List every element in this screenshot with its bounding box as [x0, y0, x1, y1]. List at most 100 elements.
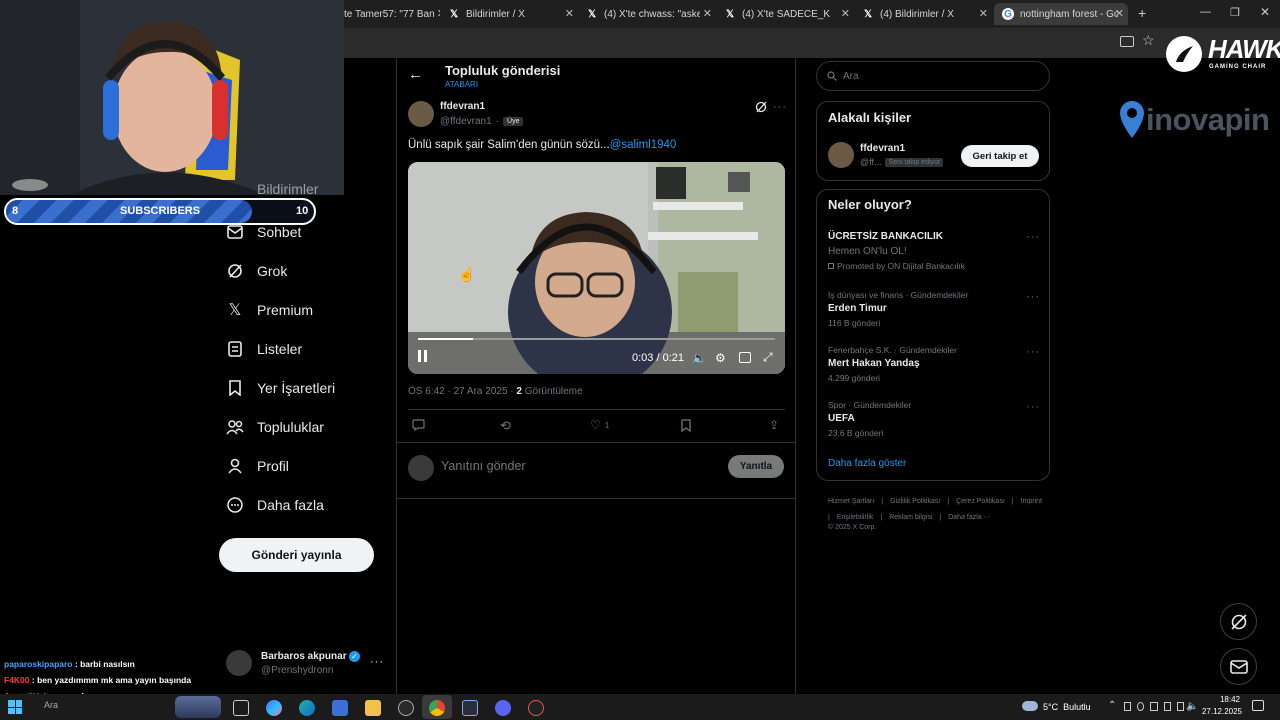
reply-input[interactable]: Yanıtını gönder [441, 459, 526, 473]
search-input[interactable]: Ara [816, 61, 1050, 91]
trends-title: Neler oluyor? [828, 197, 912, 212]
back-arrow-icon[interactable]: ← [408, 66, 423, 83]
avatar[interactable] [828, 142, 854, 168]
footer-link[interactable]: Daha fazla ··· [948, 511, 990, 524]
file-explorer-icon[interactable] [365, 700, 381, 716]
nav-item-premium[interactable]: 𝕏 Premium [226, 295, 313, 325]
nav-item-grok[interactable]: Grok [226, 256, 287, 286]
close-tab-icon[interactable]: ✕ [703, 7, 712, 20]
browser-tab-active[interactable]: G nottingham forest - Goog ✕ [994, 3, 1128, 25]
system-tray-icons[interactable] [1124, 702, 1185, 713]
close-tab-icon[interactable]: ✕ [841, 7, 850, 20]
trend-more-icon[interactable]: ··· [1026, 231, 1040, 243]
search-highlight-image [175, 696, 221, 718]
suggested-user-name[interactable]: ffdevran1 [860, 143, 905, 154]
app-icon[interactable] [528, 700, 544, 716]
reply-button[interactable]: Yanıtla [728, 455, 784, 478]
account-handle: @Prenshydronn [261, 665, 334, 676]
share-icon[interactable]: ⇪ [769, 418, 779, 432]
post-button[interactable]: Gönderi yayınla [219, 538, 374, 572]
tray-chevron-icon[interactable]: ⌃ [1108, 700, 1116, 711]
promoted-icon [828, 263, 834, 269]
author-avatar[interactable] [408, 101, 434, 127]
show-more-link[interactable]: Daha fazla göster [828, 458, 906, 469]
post-more-icon[interactable]: ··· [773, 101, 787, 113]
close-tab-icon[interactable]: ✕ [437, 7, 440, 20]
grok-icon [226, 262, 244, 280]
chrome-icon[interactable] [429, 700, 445, 716]
browser-tab[interactable]: te Tamer57: "77 Ban ✕ [344, 3, 440, 25]
footer-link[interactable]: Gizlilik Politikası [890, 495, 940, 508]
clock-date[interactable]: 27.12.2025 [1198, 707, 1242, 716]
restore-icon[interactable]: ❐ [1230, 6, 1240, 19]
clock-time[interactable]: 18:42 [1204, 695, 1240, 704]
account-more-icon[interactable]: ··· [370, 656, 384, 668]
nav-item-bookmarks[interactable]: Yer İşaretleri [226, 373, 335, 403]
trend-count: 23,6 B gönderi [828, 428, 884, 438]
volume-icon[interactable]: 🔈 [692, 351, 707, 365]
picture-in-picture-icon[interactable] [739, 352, 751, 363]
nav-item-more[interactable]: Daha fazla [226, 490, 324, 520]
xbox-icon[interactable] [398, 700, 414, 716]
obs-icon[interactable] [462, 700, 478, 716]
fullscreen-icon[interactable]: ⤢ [763, 350, 773, 365]
author-name[interactable]: ffdevran1 [440, 101, 485, 112]
nav-item-chat[interactable]: Sohbet [226, 217, 301, 247]
browser-tab[interactable]: 𝕏 (4) X'te chwass: "askerin il ✕ [586, 3, 716, 25]
mention-link[interactable]: @saliml1940 [610, 139, 677, 151]
bookmark-icon[interactable] [681, 419, 691, 432]
discord-icon[interactable] [495, 700, 511, 716]
notification-icon[interactable] [1252, 700, 1264, 711]
taskbar-search[interactable]: Ara [36, 700, 166, 716]
footer-link[interactable]: Çerez Politikası [956, 495, 1005, 508]
store-icon[interactable] [332, 700, 348, 716]
like-button[interactable]: ♡ 1 [590, 418, 609, 432]
promoted-by: Promoted by ON Dijital Bankacılık [837, 261, 966, 271]
copilot-icon[interactable] [266, 700, 282, 716]
post-timestamp: ÖS 6:42 · 27 Ara 2025 · 2 Görüntüleme [408, 386, 583, 397]
nav-item-notifications-partial[interactable]: Bildirimler [226, 184, 318, 196]
footer-link[interactable]: Erişilebilirlik [837, 511, 874, 524]
task-view-icon[interactable] [233, 700, 249, 716]
close-window-icon[interactable]: ✕ [1260, 5, 1270, 19]
close-tab-icon[interactable]: ✕ [979, 7, 988, 20]
footer-link[interactable]: Imprint [1021, 495, 1042, 508]
footer-link[interactable]: Reklam bilgisi [889, 511, 932, 524]
close-tab-icon[interactable]: ✕ [565, 7, 574, 20]
browser-tab[interactable]: 𝕏 Bildirimler / X ✕ [448, 3, 578, 25]
trend-item[interactable]: İş dünyası ve finans · Gündemdekiler Erd… [828, 290, 968, 328]
bookmark-star-icon[interactable]: ☆ [1142, 32, 1155, 49]
pause-icon[interactable] [418, 350, 428, 362]
reply-icon[interactable] [412, 419, 425, 431]
install-app-icon[interactable] [1120, 36, 1134, 47]
new-tab-button[interactable]: + [1138, 5, 1146, 21]
follow-back-button[interactable]: Geri takip et [961, 145, 1039, 167]
trend-more-icon[interactable]: ··· [1026, 291, 1040, 303]
promoted-trend[interactable]: ÜCRETSİZ BANKACILIK Hemen ON'lu OL! Prom… [828, 231, 965, 271]
community-link[interactable]: ATABARI [445, 80, 478, 89]
browser-tab[interactable]: 𝕏 (4) Bildirimler / X ✕ [862, 3, 992, 25]
browser-tab[interactable]: 𝕏 (4) X'te SADECE_KENAN: ✕ [724, 3, 854, 25]
nav-item-lists[interactable]: Listeler [226, 334, 302, 364]
close-tab-icon[interactable]: ✕ [1115, 7, 1124, 20]
repost-icon[interactable]: ⟲ [500, 418, 511, 434]
verified-badge-icon: ✓ [349, 651, 360, 662]
trend-item[interactable]: Spor · Gündemdekiler UEFA 23,6 B gönderi [828, 400, 911, 438]
footer-link[interactable]: Hizmet Şartları [828, 495, 874, 508]
grok-float-button[interactable] [1220, 603, 1257, 640]
grok-icon[interactable] [755, 101, 767, 113]
trend-category: Fenerbahçe S.K. · Gündemdekiler [828, 345, 957, 355]
minimize-icon[interactable]: — [1200, 6, 1211, 18]
browser-address-bar[interactable]: ☆ [344, 28, 1280, 58]
divider [397, 442, 795, 443]
edge-icon[interactable] [299, 700, 315, 716]
nav-item-profile[interactable]: Profil [226, 451, 289, 481]
windows-start-icon[interactable] [8, 700, 22, 714]
trend-more-icon[interactable]: ··· [1026, 346, 1040, 358]
nav-item-communities[interactable]: Topluluklar [226, 412, 324, 442]
trend-more-icon[interactable]: ··· [1026, 401, 1040, 413]
messages-float-button[interactable] [1220, 648, 1257, 685]
settings-gear-icon[interactable]: ⚙ [715, 351, 726, 365]
trend-item[interactable]: Fenerbahçe S.K. · Gündemdekiler Mert Hak… [828, 345, 957, 383]
speaker-icon[interactable]: 🔈 [1186, 701, 1198, 712]
